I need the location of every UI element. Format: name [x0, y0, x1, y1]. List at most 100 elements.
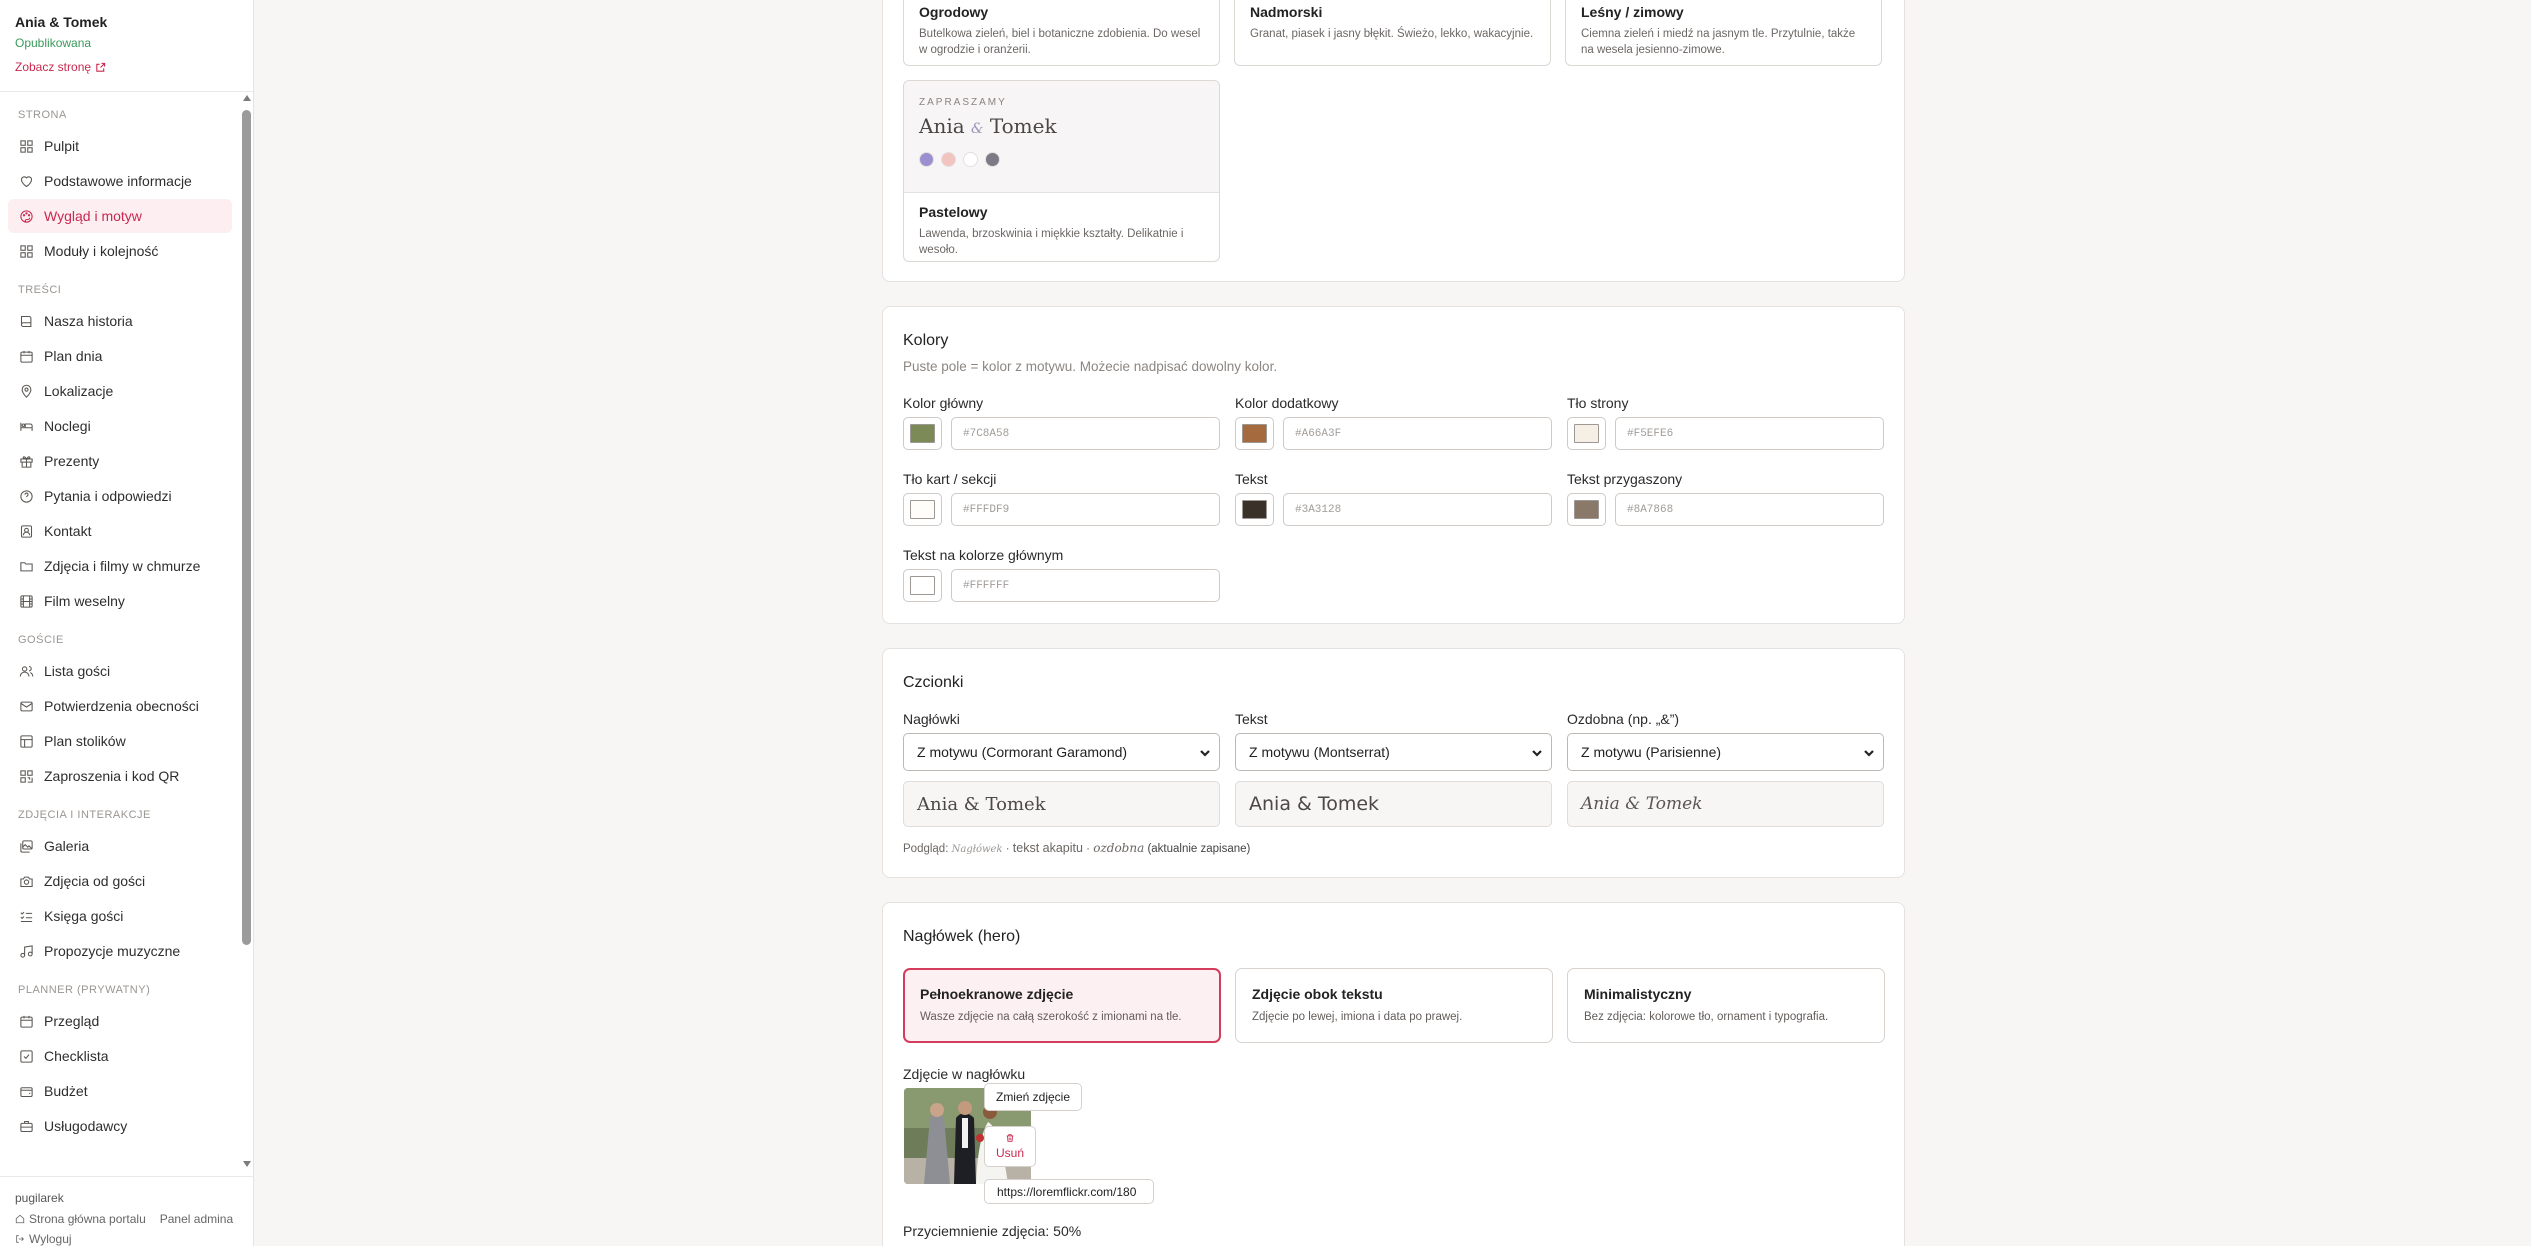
scroll-down-arrow-icon[interactable] — [243, 1161, 251, 1167]
portal-home-link[interactable]: Strona główna portalu — [15, 1212, 146, 1226]
colors-hint: Puste pole = kolor z motywu. Możecie nad… — [903, 359, 1278, 374]
sidebar-item-lista-gosci[interactable]: Lista gości — [8, 654, 232, 688]
select-value: Z motywu (Cormorant Garamond) — [917, 744, 1128, 760]
color-swatch-picker[interactable] — [1567, 417, 1606, 450]
sidebar-nav: STRONA Pulpit Podstawowe informacje Wygl… — [0, 93, 240, 1175]
logout-link[interactable]: Wyloguj — [15, 1232, 239, 1246]
remove-photo-button[interactable]: Usuń — [984, 1126, 1036, 1167]
current-user: pugilarek — [15, 1191, 64, 1205]
sidebar-item-wyglad-i-motyw[interactable]: Wygląd i motyw — [8, 199, 232, 233]
theme-card-lesny[interactable]: Leśny / zimowy Ciemna zieleń i miedź na … — [1565, 0, 1882, 66]
hero-option-fullscreen[interactable]: Pełnoekranowe zdjęcie Wasze zdjęcie na c… — [903, 968, 1221, 1043]
sidebar-item-galeria[interactable]: Galeria — [8, 829, 232, 863]
headings-font-select[interactable]: Z motywu (Cormorant Garamond) — [903, 733, 1220, 771]
logout-label: Wyloguj — [29, 1232, 72, 1246]
sidebar-item-propozycje-muzyczne[interactable]: Propozycje muzyczne — [8, 934, 232, 968]
color-hex-input[interactable]: #7C8A58 — [951, 417, 1220, 450]
publish-status: Opublikowana — [15, 36, 92, 50]
hero-photo-label: Zdjęcie w nagłówku — [903, 1066, 1026, 1082]
preview-name2: Tomek — [989, 114, 1057, 138]
preview-deco-sample: ozdobna — [1093, 841, 1145, 855]
hero-option-side[interactable]: Zdjęcie obok tekstu Zdjęcie po lewej, im… — [1235, 968, 1553, 1043]
sidebar-item-zdjecia-od-gosci[interactable]: Zdjęcia od gości — [8, 864, 232, 898]
map-pin-icon — [21, 384, 32, 398]
sidebar-item-label: Kontakt — [44, 523, 92, 539]
palette-dot — [963, 152, 978, 167]
theme-card-nadmorski[interactable]: Nadmorski Granat, piasek i jasny błękit.… — [1234, 0, 1551, 66]
theme-title: Leśny / zimowy — [1581, 4, 1684, 20]
sidebar-item-label: Lokalizacje — [44, 383, 114, 399]
sidebar-item-label: Film weselny — [44, 593, 125, 609]
site-name: Ania & Tomek — [15, 14, 108, 30]
sidebar-item-zaproszenia-i-kod-qr[interactable]: Zaproszenia i kod QR — [8, 759, 232, 793]
sidebar-item-pulpit[interactable]: Pulpit — [8, 129, 232, 163]
sidebar-item-kontakt[interactable]: Kontakt — [8, 514, 232, 548]
hero-option-desc: Wasze zdjęcie na całą szerokość z imiona… — [920, 1011, 1182, 1023]
color-hex-input[interactable]: #FFFFFF — [951, 569, 1220, 602]
theme-card-ogrodowy[interactable]: Ogrodowy Butelkowa zieleń, biel i botani… — [903, 0, 1220, 66]
color-swatch-picker[interactable] — [1567, 493, 1606, 526]
sidebar-item-prezenty[interactable]: Prezenty — [8, 444, 232, 478]
change-photo-button[interactable]: Zmień zdjęcie — [984, 1083, 1082, 1111]
photo-url-field[interactable]: https://loremflickr.com/180 — [984, 1179, 1154, 1204]
color-hex-input[interactable]: #A66A3F — [1283, 417, 1552, 450]
color-hex-input[interactable]: #3A3128 — [1283, 493, 1552, 526]
sidebar-item-lokalizacje[interactable]: Lokalizacje — [8, 374, 232, 408]
logout-icon — [16, 1235, 24, 1243]
color-swatch-picker[interactable] — [903, 417, 942, 450]
scroll-thumb[interactable] — [242, 110, 251, 945]
sidebar-item-uslugodawcy[interactable]: Usługodawcy — [8, 1109, 232, 1143]
folder-icon — [20, 561, 33, 571]
color-hex-input[interactable]: #8A7868 — [1615, 493, 1884, 526]
color-swatch-picker[interactable] — [903, 493, 942, 526]
theme-title: Ogrodowy — [919, 4, 989, 20]
headings-font-preview: Ania & Tomek — [903, 781, 1220, 827]
sidebar-item-film-weselny[interactable]: Film weselny — [8, 584, 232, 618]
images-icon — [20, 839, 33, 853]
sidebar-item-ksiega-gosci[interactable]: Księga gości — [8, 899, 232, 933]
remove-photo-label: Usuń — [995, 1146, 1024, 1160]
hero-option-title: Pełnoekranowe zdjęcie — [920, 986, 1074, 1002]
preview-kicker: ZAPRASZAMY — [919, 97, 1007, 108]
color-label: Tło kart / sekcji — [903, 471, 997, 487]
hero-option-desc: Zdjęcie po lewej, imiona i data po prawe… — [1252, 1011, 1463, 1023]
sidebar-item-checklista[interactable]: Checklista — [8, 1039, 232, 1073]
scroll-up-arrow-icon[interactable] — [243, 95, 251, 101]
fonts-title: Czcionki — [903, 674, 964, 691]
hero-option-desc: Bez zdjęcia: kolorowe tło, ornament i ty… — [1584, 1011, 1829, 1023]
sidebar-item-moduly-i-kolejnosc[interactable]: Moduły i kolejność — [8, 234, 232, 268]
list-check-icon — [20, 911, 33, 922]
color-hex-input[interactable]: #F5EFE6 — [1615, 417, 1884, 450]
sidebar-item-potwierdzenia-obecnosci[interactable]: Potwierdzenia obecności — [8, 689, 232, 723]
sidebar-item-podstawowe-informacje[interactable]: Podstawowe informacje — [8, 164, 232, 198]
body-font-select[interactable]: Z motywu (Montserrat) — [1235, 733, 1552, 771]
sidebar-item-pytania-i-odpowiedzi[interactable]: Pytania i odpowiedzi — [8, 479, 232, 513]
color-swatch-picker[interactable] — [1235, 493, 1274, 526]
sidebar-item-przeglad[interactable]: Przegląd — [8, 1004, 232, 1038]
palette-dot — [919, 152, 934, 167]
decorative-font-select[interactable]: Z motywu (Parisienne) — [1567, 733, 1884, 771]
color-swatch-picker[interactable] — [903, 569, 942, 602]
sidebar-item-label: Potwierdzenia obecności — [44, 698, 199, 714]
admin-panel-link[interactable]: Panel admina — [160, 1212, 233, 1226]
main-content: Ogrodowy Butelkowa zieleń, biel i botani… — [254, 0, 2531, 1246]
sidebar-item-plan-dnia[interactable]: Plan dnia — [8, 339, 232, 373]
view-site-link[interactable]: Zobacz stronę — [15, 60, 237, 74]
calendar-icon — [20, 350, 33, 363]
font-preview-line: Podgląd: Nagłówek · tekst akapitu · ozdo… — [903, 841, 1250, 855]
color-hex-input[interactable]: #FFFDF9 — [951, 493, 1220, 526]
sidebar-item-noclegi[interactable]: Noclegi — [8, 409, 232, 443]
help-circle-icon — [20, 489, 33, 503]
sidebar-item-plan-stolikow[interactable]: Plan stolików — [8, 724, 232, 758]
sidebar-item-budzet[interactable]: Budżet — [8, 1074, 232, 1108]
hero-option-title: Minimalistyczny — [1584, 986, 1692, 1002]
theme-card-pastelowy[interactable]: ZAPRASZAMY Ania & Tomek Pastelowy Lawend… — [903, 80, 1220, 262]
hero-option-minimal[interactable]: Minimalistyczny Bez zdjęcia: kolorowe tł… — [1567, 968, 1885, 1043]
colors-card: Kolory Puste pole = kolor z motywu. Może… — [882, 306, 1905, 624]
font-label-headings: Nagłówki — [903, 711, 960, 727]
color-swatch-picker[interactable] — [1235, 417, 1274, 450]
sidebar-item-label: Moduły i kolejność — [44, 243, 159, 259]
sidebar-scrollbar[interactable] — [240, 93, 254, 1175]
sidebar-item-nasza-historia[interactable]: Nasza historia — [8, 304, 232, 338]
sidebar-item-zdjecia-i-filmy-w-chmurze[interactable]: Zdjęcia i filmy w chmurze — [8, 549, 232, 583]
